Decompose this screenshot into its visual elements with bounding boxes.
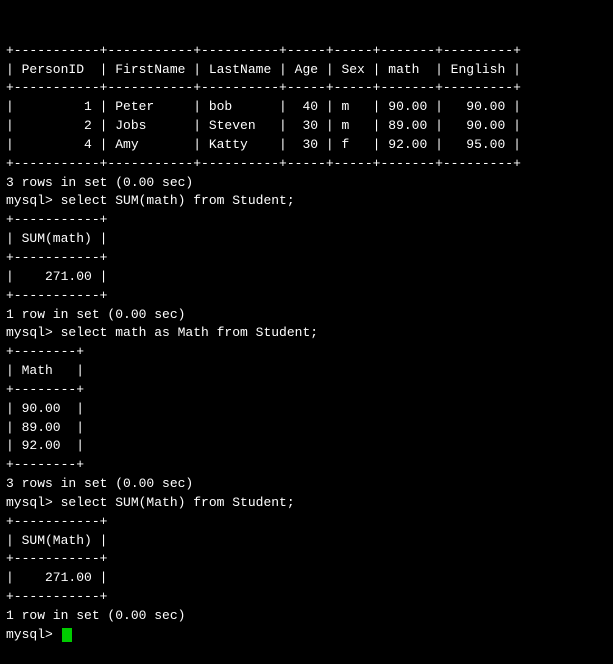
terminal-line: | 271.00 | bbox=[6, 569, 607, 588]
terminal-line: +-----------+-----------+----------+----… bbox=[6, 42, 607, 61]
terminal-line: | 92.00 | bbox=[6, 437, 607, 456]
terminal-line: | SUM(Math) | bbox=[6, 532, 607, 551]
terminal-line: | Math | bbox=[6, 362, 607, 381]
terminal-line: | 1 | Peter | bob | 40 | m | 90.00 | 90.… bbox=[6, 98, 607, 117]
terminal-line: 1 row in set (0.00 sec) bbox=[6, 607, 607, 626]
terminal-line: +-----------+-----------+----------+----… bbox=[6, 79, 607, 98]
terminal-line: +-----------+ bbox=[6, 588, 607, 607]
terminal-line: mysql> select math as Math from Student; bbox=[6, 324, 607, 343]
terminal-line: +--------+ bbox=[6, 456, 607, 475]
terminal-line: | 2 | Jobs | Steven | 30 | m | 89.00 | 9… bbox=[6, 117, 607, 136]
terminal-line: +-----------+ bbox=[6, 550, 607, 569]
terminal-line: +-----------+ bbox=[6, 513, 607, 532]
terminal-line: 1 row in set (0.00 sec) bbox=[6, 306, 607, 325]
terminal-line: mysql> bbox=[6, 626, 607, 645]
terminal-line: | 4 | Amy | Katty | 30 | f | 92.00 | 95.… bbox=[6, 136, 607, 155]
terminal-cursor[interactable] bbox=[62, 628, 72, 642]
terminal-line: 3 rows in set (0.00 sec) bbox=[6, 475, 607, 494]
terminal-line: | 89.00 | bbox=[6, 419, 607, 438]
terminal-line: +-----------+-----------+----------+----… bbox=[6, 155, 607, 174]
terminal-line: +-----------+ bbox=[6, 287, 607, 306]
terminal-line: +--------+ bbox=[6, 343, 607, 362]
terminal-line: | SUM(math) | bbox=[6, 230, 607, 249]
terminal-line: | 90.00 | bbox=[6, 400, 607, 419]
terminal-line: +-----------+ bbox=[6, 211, 607, 230]
terminal-output: +-----------+-----------+----------+----… bbox=[6, 4, 607, 664]
terminal-line: 3 rows in set (0.00 sec) bbox=[6, 174, 607, 193]
terminal-line: +--------+ bbox=[6, 381, 607, 400]
terminal-line: +-----------+ bbox=[6, 249, 607, 268]
terminal-line: mysql> select SUM(Math) from Student; bbox=[6, 494, 607, 513]
terminal-line: | PersonID | FirstName | LastName | Age … bbox=[6, 61, 607, 80]
terminal-content: +-----------+-----------+----------+----… bbox=[6, 42, 607, 645]
terminal-line: | 271.00 | bbox=[6, 268, 607, 287]
terminal-line: mysql> select SUM(math) from Student; bbox=[6, 192, 607, 211]
prompt-text: mysql> bbox=[6, 627, 61, 642]
